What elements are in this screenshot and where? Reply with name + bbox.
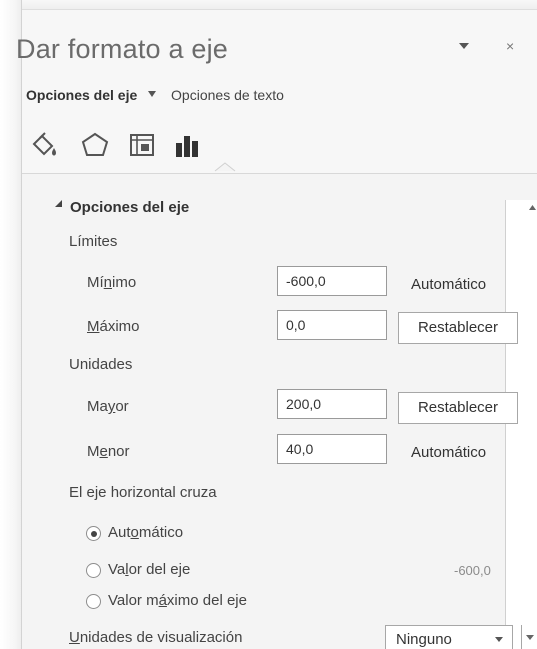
display-units-label-end: nidades de visualización: [79, 629, 243, 646]
selected-category-indicator-icon: [214, 162, 236, 172]
automatic-radio-label[interactable]: Automático: [108, 524, 183, 541]
maximum-axis-value-radio[interactable]: [86, 594, 101, 609]
automatic-radio[interactable]: [86, 526, 101, 541]
automatic-label-start: Aut: [108, 524, 131, 541]
minor-unit-state: Automático: [411, 444, 487, 461]
automatic-label-access-key: o: [130, 524, 139, 541]
maximum-axis-label-end: ximo del eje: [166, 592, 247, 609]
axis-options-icon[interactable]: [173, 130, 203, 160]
close-icon[interactable]: ×: [506, 39, 516, 53]
maximum-axis-label-access-key: á: [158, 592, 167, 609]
maximum-axis-value-radio-label[interactable]: Valor máximo del eje: [108, 592, 247, 609]
major-label-end: or: [115, 398, 129, 415]
window-left-edge: [0, 0, 22, 649]
display-units-label: Unidades de visualización: [69, 629, 242, 646]
major-unit-field[interactable]: [277, 389, 387, 419]
scroll-down-button[interactable]: [521, 625, 537, 649]
radio-selected-dot: [91, 531, 97, 537]
axis-value-label-end: or del eje: [128, 561, 191, 578]
minor-unit-field[interactable]: [277, 434, 387, 464]
section-title[interactable]: Opciones del eje: [70, 199, 189, 216]
format-axis-pane: Dar formato a eje × Opciones del eje Opc…: [0, 0, 537, 649]
units-heading: Unidades: [69, 356, 133, 373]
maximum-label-end: áximo: [99, 318, 140, 335]
bounds-heading: Límites: [69, 233, 118, 250]
minor-label-start: M: [87, 443, 100, 460]
maximum-label: Máximo: [87, 318, 140, 335]
scroll-up-icon[interactable]: [528, 203, 537, 212]
chevron-down-icon: [495, 637, 503, 642]
maximum-field[interactable]: [277, 310, 387, 340]
scroll-down-icon: [526, 635, 534, 640]
automatic-label-end: mático: [138, 524, 184, 541]
minimum-label-start: Mí: [87, 274, 104, 291]
axis-value-radio[interactable]: [86, 563, 101, 578]
minimum-field[interactable]: [277, 266, 387, 296]
tabs-row: Opciones del eje Opciones de texto: [26, 87, 284, 107]
axis-value-field: -600,0: [454, 563, 491, 578]
chevron-down-icon[interactable]: [147, 89, 157, 99]
tab-axis-options[interactable]: Opciones del eje: [26, 87, 137, 103]
display-units-value: Ninguno: [396, 631, 452, 648]
minimum-label-access-key: n: [103, 274, 113, 291]
minimum-state: Automático: [411, 276, 487, 293]
maximum-axis-label-start: Valor m: [108, 592, 159, 609]
maximum-reset-button[interactable]: Restablecer: [398, 312, 518, 344]
major-unit-label: Mayor: [87, 398, 129, 415]
window-top-edge: [0, 0, 537, 10]
collapse-section-icon[interactable]: [54, 199, 63, 208]
horizontal-axis-crosses-heading: El eje horizontal cruza: [69, 484, 217, 501]
display-units-select[interactable]: Ninguno: [385, 625, 513, 649]
maximum-label-access-key: M: [87, 318, 100, 335]
minimum-label-end: imo: [112, 274, 137, 291]
axis-value-radio-label[interactable]: Valor del eje: [108, 561, 190, 578]
size-properties-icon[interactable]: [127, 130, 157, 160]
fill-line-icon[interactable]: [30, 130, 60, 160]
effects-icon[interactable]: [80, 130, 110, 160]
axis-value-label-start: Va: [108, 561, 126, 578]
vertical-scrollbar[interactable]: [505, 200, 537, 649]
major-label-start: Ma: [87, 398, 108, 415]
minimum-label: Mínimo: [87, 274, 136, 291]
major-unit-reset-button[interactable]: Restablecer: [398, 392, 518, 424]
minor-label-access-key: e: [99, 443, 108, 460]
tab-text-options[interactable]: Opciones de texto: [171, 87, 284, 103]
minor-label-end: nor: [107, 443, 130, 460]
pane-title: Dar formato a eje: [16, 34, 228, 64]
minor-unit-label: Menor: [87, 443, 130, 460]
task-pane-options-icon[interactable]: [457, 40, 471, 52]
display-units-access-key: U: [69, 629, 80, 646]
